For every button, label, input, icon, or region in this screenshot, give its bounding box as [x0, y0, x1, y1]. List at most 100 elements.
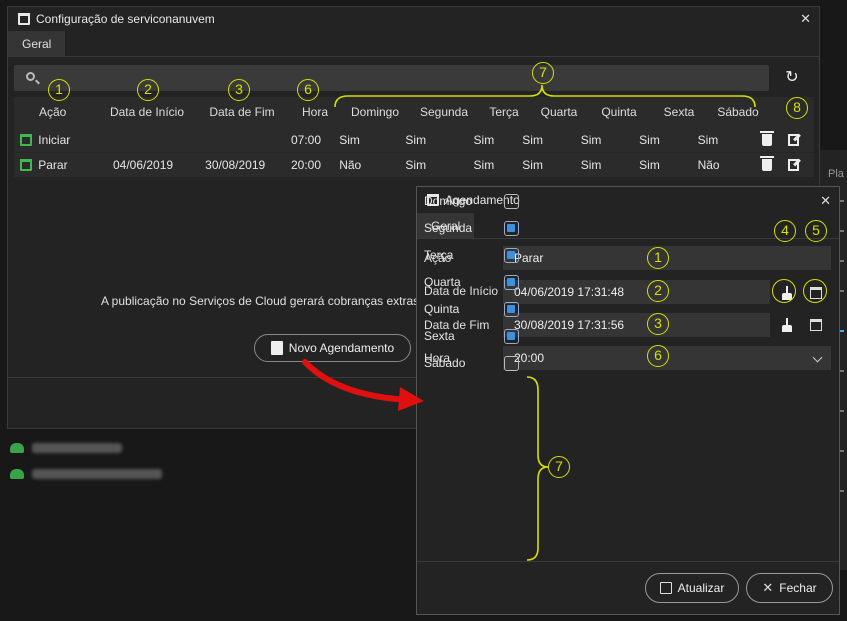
col-segunda: Segunda	[419, 105, 469, 119]
annotation-marker: 6	[647, 345, 669, 367]
col-hora: Hora	[301, 105, 328, 119]
annotation-marker: 5	[805, 220, 827, 242]
cell-sabado: Sim	[697, 132, 719, 147]
cell-sexta: Sim	[639, 132, 660, 147]
cell-sabado: Não	[697, 158, 720, 172]
cell-segunda: Sim	[405, 132, 427, 147]
trash-icon[interactable]	[759, 156, 774, 171]
dialog-title: Configuração de serviconanuvem	[36, 12, 215, 26]
day-checkbox[interactable]	[504, 356, 519, 371]
annotation-marker: 2	[647, 280, 669, 302]
chevron-down-icon	[812, 352, 823, 363]
background-list	[0, 430, 420, 490]
annotation-marker: 1	[647, 247, 669, 269]
col-inicio: Data de Início	[109, 105, 185, 119]
col-fim: Data de Fim	[209, 105, 275, 119]
day-checkbox[interactable]	[504, 248, 519, 263]
day-label: Terça	[424, 248, 454, 262]
day-checkbox[interactable]	[504, 302, 519, 317]
schedule-dialog: Agendamento ✕ Geral Ação Parar Data de I…	[416, 186, 840, 615]
cell-inicio: 04/06/2019	[112, 158, 174, 172]
calendar-icon	[20, 133, 33, 146]
fim-field[interactable]: 30/08/2019 17:31:56	[503, 313, 770, 337]
divider	[417, 561, 839, 562]
inicio-field[interactable]: 04/06/2019 17:31:48	[503, 280, 770, 304]
trash-icon[interactable]	[759, 130, 774, 146]
day-label: Sexta	[424, 329, 455, 343]
calendar-icon	[18, 13, 30, 25]
col-acao: Ação	[39, 105, 67, 119]
icon-highlight-ring	[772, 279, 796, 303]
cloud-icon	[10, 469, 24, 479]
edit-icon[interactable]	[787, 159, 799, 171]
cell-terca: Sim	[473, 158, 495, 172]
search-input[interactable]	[14, 65, 769, 91]
cell-quinta: Sim	[580, 132, 602, 147]
cell-sexta: Sim	[639, 158, 660, 172]
cell-quinta: Sim	[580, 158, 602, 172]
annotation-marker: 7	[548, 456, 570, 478]
annotation-marker: 3	[647, 313, 669, 335]
clear-broom-icon[interactable]	[781, 318, 793, 332]
cell-acao: Parar	[38, 158, 68, 172]
day-label: Domingo	[424, 194, 473, 208]
cell-hora: 20:00	[290, 158, 321, 172]
save-icon	[659, 582, 672, 594]
col-sexta: Sexta	[663, 105, 695, 119]
close-icon[interactable]: ✕	[800, 11, 811, 27]
cell-quarta: Sim	[522, 158, 543, 172]
billing-notice: A publicação no Serviços de Cloud gerará…	[101, 294, 416, 308]
annotation-marker: 8	[786, 97, 808, 119]
refresh-icon[interactable]: ↻	[781, 67, 803, 89]
day-label: Segunda	[424, 221, 473, 235]
new-document-icon	[270, 341, 283, 355]
day-checkbox[interactable]	[504, 329, 519, 344]
tab-bar: Geral	[8, 31, 819, 57]
day-checkbox[interactable]	[504, 194, 519, 209]
cell-terca: Sim	[473, 132, 495, 147]
col-quinta: Quinta	[601, 105, 637, 119]
annotation-marker: 6	[297, 79, 319, 101]
cell-domingo: Não	[339, 158, 362, 172]
icon-highlight-ring	[803, 279, 827, 303]
blurred-text	[32, 469, 162, 479]
cell-fim: 30/08/2019	[205, 158, 266, 172]
cloud-icon	[10, 443, 24, 453]
close-label: Fechar	[779, 581, 817, 595]
annotation-marker: 1	[48, 79, 70, 101]
col-terca: Terça	[489, 105, 519, 119]
list-item[interactable]	[10, 438, 122, 458]
close-icon[interactable]: ✕	[820, 193, 831, 209]
annotation-marker: 3	[228, 79, 250, 101]
background-side-text: Pla	[828, 168, 844, 180]
annotation-marker: 7	[532, 62, 554, 84]
schedule-table: Ação Data de Início Data de Fim Hora Dom…	[14, 97, 814, 177]
dialog-titlebar: Configuração de serviconanuvem	[8, 7, 819, 31]
cell-hora: 07:00	[290, 132, 321, 147]
day-checkbox[interactable]	[504, 275, 519, 290]
list-item[interactable]	[10, 464, 162, 484]
table-header: Ação Data de Início Data de Fim Hora Dom…	[14, 97, 814, 127]
day-label: Quinta	[424, 302, 460, 316]
cell-domingo: Sim	[339, 132, 360, 147]
annotation-marker: 4	[774, 220, 796, 242]
day-checkbox[interactable]	[504, 221, 519, 236]
update-label: Atualizar	[677, 581, 725, 595]
table-row[interactable]: Iniciar 07:00 Sim Sim Sim Sim Sim Sim Si…	[14, 127, 814, 152]
day-label: Quarta	[424, 275, 461, 289]
annotation-marker: 2	[137, 79, 159, 101]
blurred-text	[32, 443, 122, 453]
calendar-icon	[20, 159, 33, 171]
new-schedule-button[interactable]: Novo Agendamento	[254, 334, 411, 362]
cell-acao: Iniciar	[38, 132, 71, 147]
update-button[interactable]: Atualizar	[645, 573, 739, 603]
close-icon: ✕	[762, 580, 774, 595]
table-row[interactable]: Parar 04/06/2019 30/08/2019 20:00 Não Si…	[14, 152, 814, 177]
col-domingo: Domingo	[350, 105, 400, 119]
search-icon	[26, 72, 35, 81]
tab-geral[interactable]: Geral	[8, 31, 66, 56]
calendar-icon[interactable]	[810, 319, 822, 331]
edit-icon[interactable]	[787, 133, 799, 146]
close-button[interactable]: ✕ Fechar	[746, 573, 833, 603]
day-label: Sábado	[424, 356, 466, 370]
